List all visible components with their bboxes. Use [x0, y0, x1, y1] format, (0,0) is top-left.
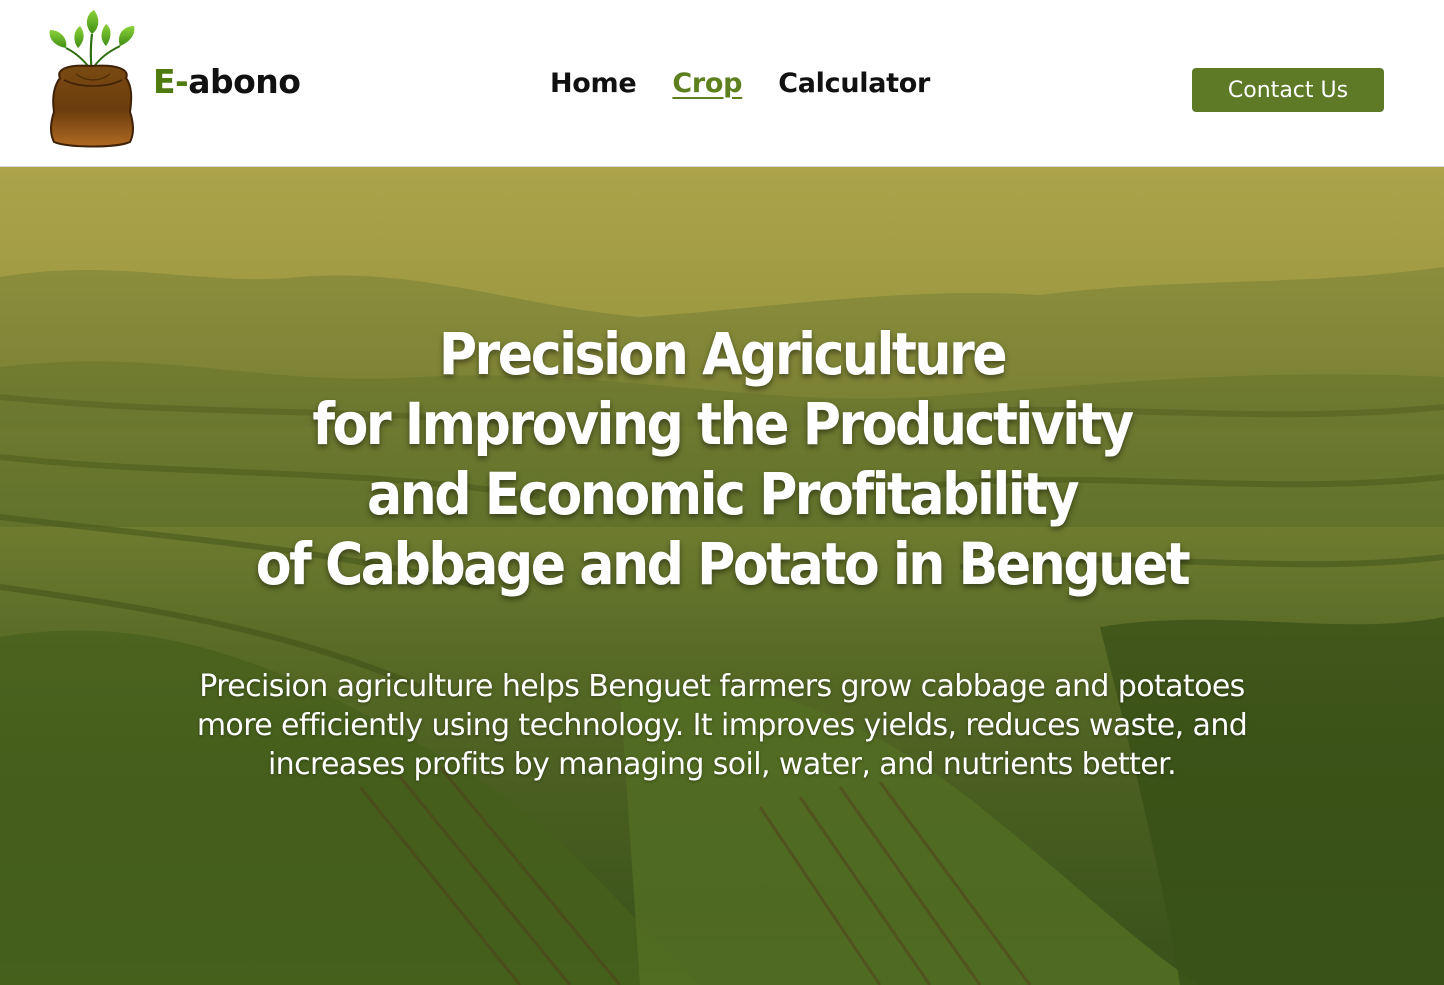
hero-title-line: for Improving the Productivity: [312, 390, 1134, 458]
site-header: E-abono Home Crop Calculator Contact Us: [0, 0, 1444, 167]
fertilizer-sack-sprout-icon[interactable]: [46, 8, 138, 148]
hero-description-line: increases profits by managing soil, wate…: [267, 747, 1177, 782]
hero-title-line: Precision Agriculture: [438, 320, 1008, 388]
nav-link-crop[interactable]: Crop: [672, 68, 742, 99]
hero-title-line: of Cabbage and Potato in Benguet: [255, 530, 1191, 598]
nav-link-home[interactable]: Home: [550, 68, 637, 99]
hero-description: Precision agriculture helps Benguet farm…: [90, 667, 1354, 784]
hero-description-line: Precision agriculture helps Benguet farm…: [199, 669, 1245, 704]
brand-suffix: abono: [188, 62, 301, 101]
nav-link-calculator[interactable]: Calculator: [778, 68, 930, 99]
hero-section: Precision Agriculture for Improving the …: [0, 167, 1444, 985]
brand-prefix: E-: [153, 62, 189, 101]
hero-title-line: and Economic Profitability: [366, 460, 1080, 528]
hero-title: Precision Agriculture for Improving the …: [0, 319, 1444, 599]
main-nav: Home Crop Calculator: [550, 68, 930, 99]
contact-us-button[interactable]: Contact Us: [1192, 68, 1384, 112]
hero-description-line: more efficiently using technology. It im…: [196, 708, 1248, 743]
brand-name[interactable]: E-abono: [153, 62, 301, 101]
